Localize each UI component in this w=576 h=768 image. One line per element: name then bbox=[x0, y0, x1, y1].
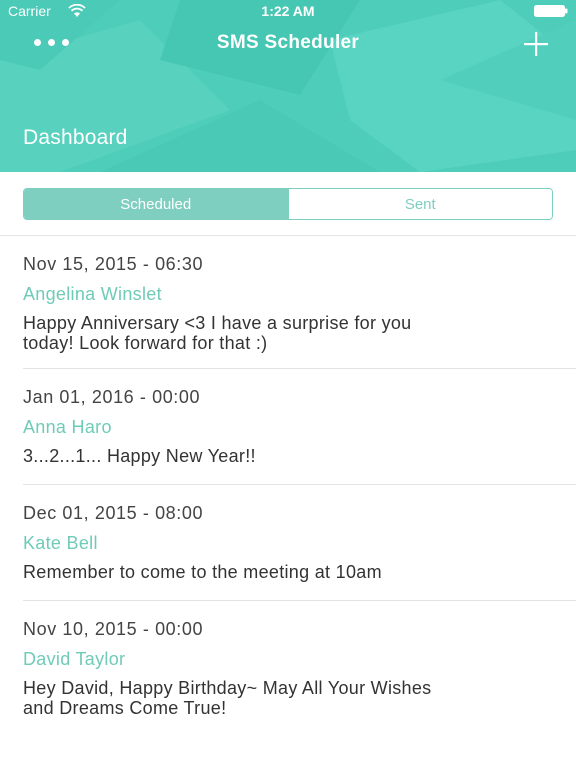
message-text-line: Remember to come to the meeting at 10am bbox=[23, 562, 382, 582]
message-date: Nov 10, 2015 - 00:00 bbox=[23, 619, 204, 639]
contact-name: Angelina Winslet bbox=[23, 284, 162, 304]
message-list: Nov 15, 2015 - 06:30 Angelina Winslet Ha… bbox=[0, 236, 576, 734]
tab-sent[interactable]: Sent bbox=[287, 189, 552, 219]
message-text-line: Hey David, Happy Birthday~ May All Your … bbox=[23, 678, 432, 698]
tab-scheduled[interactable]: Scheduled bbox=[24, 189, 288, 219]
list-item[interactable]: Jan 01, 2016 - 00:00 Anna Haro 3...2...1… bbox=[0, 369, 576, 485]
message-date: Nov 15, 2015 - 06:30 bbox=[23, 254, 204, 274]
message-text-line: Happy Anniversary <3 I have a surprise f… bbox=[23, 313, 412, 333]
status-time: 1:22 AM bbox=[261, 3, 315, 19]
add-message-button[interactable] bbox=[522, 30, 550, 58]
status-bar: Carrier 1:22 AM bbox=[0, 0, 576, 24]
message-date: Jan 01, 2016 - 00:00 bbox=[23, 387, 201, 407]
contact-name: David Taylor bbox=[23, 649, 126, 669]
plus-icon bbox=[524, 32, 548, 56]
message-text-line: and Dreams Come True! bbox=[23, 698, 227, 718]
header-banner: Carrier 1:22 AM SMS Scheduler Dashboard bbox=[0, 0, 576, 172]
list-item[interactable]: Dec 01, 2015 - 08:00 Kate Bell Remember … bbox=[0, 485, 576, 601]
battery-icon bbox=[534, 5, 568, 17]
list-item[interactable]: Nov 10, 2015 - 00:00 David Taylor Hey Da… bbox=[0, 601, 576, 734]
app-title: SMS Scheduler bbox=[216, 32, 360, 53]
contact-name: Kate Bell bbox=[23, 533, 98, 553]
list-item[interactable]: Nov 15, 2015 - 06:30 Angelina Winslet Ha… bbox=[0, 236, 576, 369]
message-date: Dec 01, 2015 - 08:00 bbox=[23, 503, 204, 523]
message-text-line: 3...2...1... Happy New Year!! bbox=[23, 446, 256, 466]
dashboard-title: Dashboard bbox=[23, 126, 128, 149]
message-text-line: today! Look forward for that :) bbox=[23, 333, 268, 353]
contact-name: Anna Haro bbox=[23, 417, 112, 437]
segmented-control: Scheduled Sent bbox=[23, 188, 553, 220]
